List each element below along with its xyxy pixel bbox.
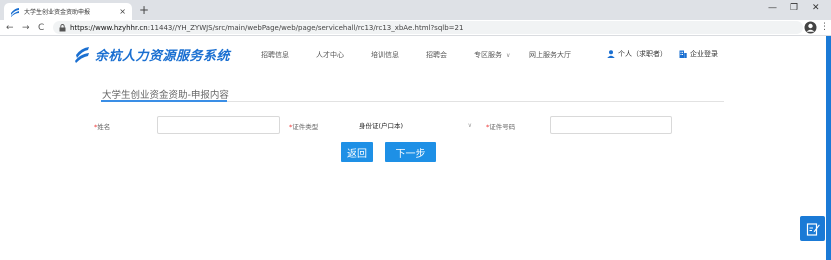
lock-icon (59, 23, 66, 31)
feedback-button[interactable] (800, 216, 825, 241)
section-title: 大学生创业资金资助-申报内容 (102, 90, 229, 101)
close-window-button[interactable]: ✕ (812, 3, 820, 13)
logo-mark-icon (75, 46, 89, 63)
restore-button[interactable]: ❐ (790, 3, 798, 13)
back-arrow-icon[interactable]: ← (6, 21, 14, 35)
enterprise-login-link[interactable]: 企业登录 (679, 49, 718, 59)
id-type-select[interactable]: 身份证(户口本) ∨ (353, 116, 478, 134)
chevron-down-icon: ∨ (467, 121, 472, 129)
id-type-value: 身份证(户口本) (359, 122, 404, 130)
name-label-text: 姓名 (97, 123, 111, 131)
enterprise-login-label: 企业登录 (690, 50, 718, 58)
nav-training-info[interactable]: 培训信息 (371, 50, 399, 60)
personal-login-link[interactable]: 个人（求职者） (607, 49, 667, 59)
id-number-input[interactable] (550, 116, 672, 134)
nav-special-services-label: 专区服务 (474, 51, 502, 59)
section-title-underline (101, 100, 227, 102)
id-number-label: *证件号码 (486, 121, 515, 131)
building-icon (679, 50, 687, 58)
profile-avatar-icon[interactable] (804, 21, 817, 34)
nav-online-service-hall[interactable]: 网上服务大厅 (529, 50, 571, 60)
site-favicon-icon (11, 7, 19, 17)
name-input[interactable] (157, 116, 280, 134)
nav-talent-center[interactable]: 人才中心 (316, 50, 344, 60)
back-button[interactable]: 返回 (341, 142, 373, 162)
url-host: https://www.hzyhhr.cn (70, 23, 148, 32)
name-label: *姓名 (94, 121, 110, 131)
id-type-label-text: 证件类型 (292, 123, 319, 131)
nav-special-services[interactable]: 专区服务 ∨ (474, 50, 510, 60)
browser-toolbar: ← → C https://www.hzyhhr.cn:11443//YH_ZY… (0, 20, 831, 36)
tab-close-icon[interactable]: × (119, 7, 126, 16)
browser-tab-strip: 大学生创业资金资助申报 × + — ❐ ✕ (0, 0, 831, 20)
logo-text: 余杭人力资源服务系统 (95, 49, 231, 64)
chevron-down-icon: ∨ (506, 52, 511, 59)
id-number-label-text: 证件号码 (489, 123, 516, 131)
side-scroll-bar[interactable] (826, 36, 831, 260)
url-path: :11443//YH_ZYWJS/src/main/webPage/web/pa… (147, 23, 464, 32)
nav-job-fair[interactable]: 招聘会 (426, 50, 447, 60)
url-text: https://www.hzyhhr.cn:11443//YH_ZYWJS/sr… (70, 24, 463, 32)
next-step-button[interactable]: 下一步 (385, 142, 436, 162)
id-type-label: *证件类型 (289, 121, 318, 131)
forward-arrow-icon[interactable]: → (22, 21, 30, 35)
reload-icon[interactable]: C (38, 21, 44, 35)
site-logo[interactable]: 余杭人力资源服务系统 (74, 45, 230, 64)
edit-note-icon (806, 222, 820, 236)
minimize-button[interactable]: — (768, 3, 777, 13)
personal-login-label: 个人（求职者） (618, 50, 667, 58)
browser-menu-icon[interactable]: ⋮ (820, 21, 829, 34)
nav-job-info[interactable]: 招聘信息 (261, 50, 289, 60)
new-tab-button[interactable]: + (139, 3, 149, 17)
tab-title: 大学生创业资金资助申报 (24, 9, 91, 16)
address-bar[interactable]: https://www.hzyhhr.cn:11443//YH_ZYWJS/sr… (53, 21, 803, 34)
user-icon (607, 50, 615, 58)
browser-tab[interactable]: 大学生创业资金资助申报 × (4, 3, 132, 20)
